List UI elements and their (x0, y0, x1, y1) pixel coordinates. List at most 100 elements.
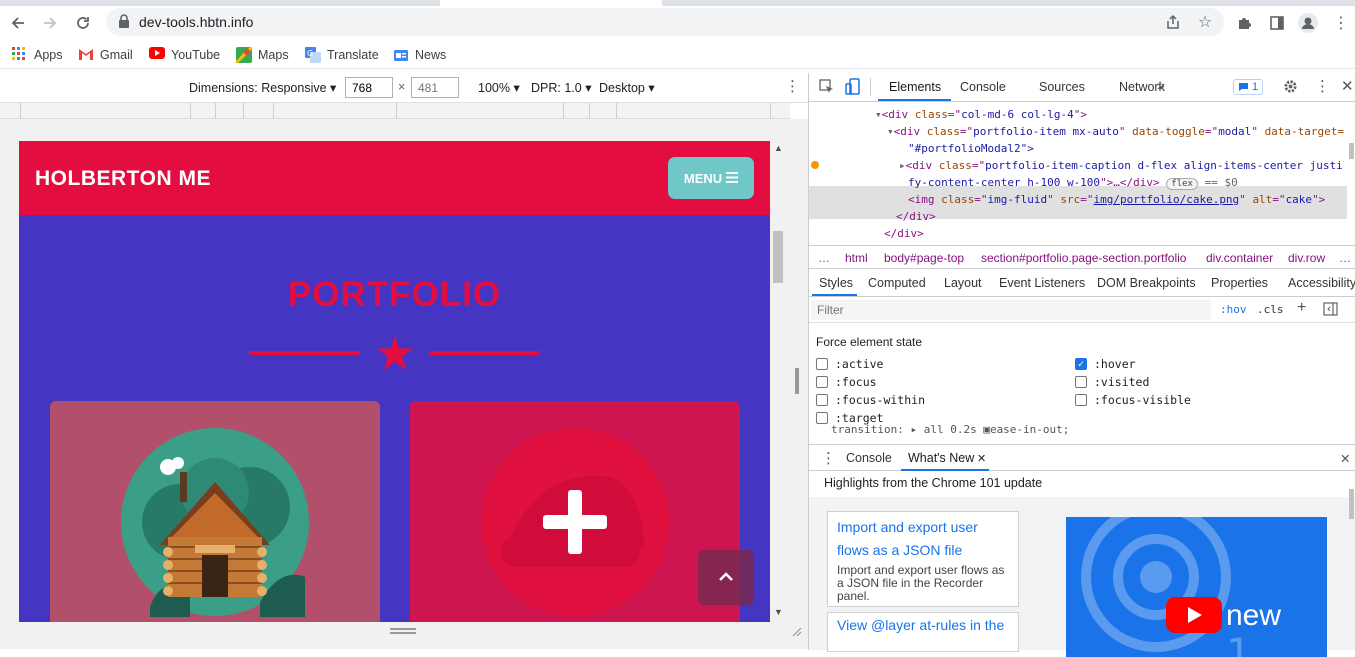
close-drawer-icon[interactable]: ✕ (1340, 451, 1350, 466)
scroll-to-top-button[interactable] (698, 550, 754, 605)
breadcrumb-overflow-left[interactable]: … (818, 251, 830, 265)
tab-computed[interactable]: Computed (868, 276, 926, 290)
close-devtools-icon[interactable]: ✕ (1341, 77, 1354, 95)
new-style-rule-plus-icon[interactable]: + (1297, 299, 1306, 317)
flex-badge[interactable]: flex (1166, 178, 1198, 190)
tab-layout[interactable]: Layout (944, 276, 982, 290)
state-hover-checkbox[interactable]: ✓:hover (1075, 357, 1136, 371)
bookmark-star-icon[interactable]: ☆ (1194, 11, 1216, 33)
tab-event-listeners[interactable]: Event Listeners (999, 276, 1085, 290)
hov-toggle[interactable]: :hov (1220, 303, 1247, 316)
scrollbar-thumb[interactable] (773, 231, 783, 283)
checkbox-box[interactable] (1075, 394, 1087, 406)
breadcrumb-section[interactable]: section#portfolio.page-section.portfolio (981, 251, 1186, 265)
whats-new-video-thumbnail[interactable]: 1 new (1066, 517, 1327, 657)
resize-corner-icon[interactable] (790, 625, 802, 640)
state-active-checkbox[interactable]: :active (816, 357, 883, 371)
drawer-kebab-icon[interactable]: ⋮ (821, 449, 836, 467)
toggle-sidebar-icon[interactable] (1323, 302, 1338, 319)
bookmark-gmail[interactable]: Gmail (78, 47, 133, 63)
media-query-ruler[interactable] (0, 103, 790, 119)
share-icon[interactable] (1162, 11, 1184, 33)
drawer-scrollbar[interactable] (1347, 471, 1355, 531)
checkbox-checked[interactable]: ✓ (1075, 358, 1087, 370)
feature-title-link[interactable]: Import and export user flows as a JSON f… (837, 516, 1009, 562)
checkbox-box[interactable] (816, 376, 828, 388)
reload-icon[interactable] (70, 10, 96, 36)
site-brand[interactable]: HOLBERTON ME (35, 167, 211, 191)
tab-dom-breakpoints[interactable]: DOM Breakpoints (1097, 276, 1196, 290)
more-tabs-chevron-icon[interactable]: » (1157, 77, 1165, 93)
profile-avatar-icon[interactable] (1297, 12, 1319, 34)
forward-arrow-icon[interactable] (37, 10, 63, 36)
devtools-kebab-icon[interactable]: ⋮ (1315, 77, 1330, 95)
page-scrollbar[interactable]: ▲ ▼ (770, 141, 786, 622)
bookmark-maps[interactable]: Maps (234, 45, 289, 65)
youtube-play-icon[interactable] (1166, 597, 1222, 636)
breadcrumb-overflow-right[interactable]: … (1339, 251, 1351, 265)
portfolio-item-cabin[interactable] (50, 401, 380, 622)
tab-styles[interactable]: Styles (819, 276, 853, 290)
dom-node-portfolio-item[interactable]: ▾<div class="portfolio-item mx-auto" dat… (887, 123, 1344, 140)
tab-elements[interactable]: Elements (889, 80, 941, 94)
feature-title-link[interactable]: View @layer at-rules in the (837, 617, 1004, 633)
portfolio-item-cake-hover[interactable] (410, 401, 740, 622)
tab-sources[interactable]: Sources (1039, 80, 1085, 94)
zoom-dropdown[interactable]: 100% ▾ (478, 80, 520, 95)
force-state-title: Force element state (816, 335, 923, 349)
cls-toggle[interactable]: .cls (1257, 303, 1284, 316)
device-mode-dropdown[interactable]: Desktop ▾ (599, 80, 655, 95)
menu-label: MENU (683, 170, 723, 186)
state-label: :focus-visible (1094, 393, 1191, 407)
breadcrumb-html[interactable]: html (845, 251, 868, 265)
lock-icon[interactable] (118, 14, 130, 28)
checkbox-box[interactable] (816, 394, 828, 406)
breadcrumb-row[interactable]: div.row (1288, 251, 1325, 265)
menu-button[interactable]: MENU (668, 157, 754, 199)
browser-menu-kebab-icon[interactable]: ⋮ (1330, 12, 1352, 34)
state-focus-visible-checkbox[interactable]: :focus-visible (1075, 393, 1191, 407)
tab-properties[interactable]: Properties (1211, 276, 1268, 290)
resize-handle-bottom[interactable] (390, 628, 416, 634)
bookmark-news[interactable]: News (393, 47, 446, 63)
dom-node-portfolio-caption-selected[interactable]: ▸<div class="portfolio-item-caption d-fl… (899, 157, 1343, 174)
scroll-up-arrow-icon[interactable]: ▲ (774, 143, 783, 153)
state-focus-checkbox[interactable]: :focus (816, 375, 877, 389)
dom-node-img[interactable]: <img class="img-fluid" src="img/portfoli… (908, 191, 1325, 208)
back-arrow-icon[interactable] (5, 10, 31, 36)
dom-node-col[interactable]: ▾<div class="col-md-6 col-lg-4"> (875, 106, 1087, 123)
address-bar[interactable]: dev-tools.hbtn.info ☆ (106, 8, 1224, 36)
checkbox-box[interactable] (816, 358, 828, 370)
breadcrumb-container[interactable]: div.container (1206, 251, 1273, 265)
resize-handle-right[interactable] (795, 368, 799, 394)
feature-card-import-export[interactable]: Import and export user flows as a JSON f… (827, 511, 1019, 607)
feature-card-layer[interactable]: View @layer at-rules in the (827, 612, 1019, 652)
inspect-element-icon[interactable] (819, 79, 834, 97)
device-toolbar-kebab-icon[interactable]: ⋮ (785, 77, 800, 95)
side-panel-icon[interactable] (1266, 12, 1288, 34)
tab-console[interactable]: Console (960, 80, 1006, 94)
state-focus-within-checkbox[interactable]: :focus-within (816, 393, 925, 407)
width-input[interactable] (345, 77, 393, 98)
state-visited-checkbox[interactable]: :visited (1075, 375, 1149, 389)
scroll-down-arrow-icon[interactable]: ▼ (774, 607, 783, 617)
bookmark-translate[interactable]: G Translate (305, 47, 379, 63)
bookmark-apps[interactable]: Apps (12, 47, 63, 63)
tab-accessibility[interactable]: Accessibility (1288, 276, 1355, 290)
extensions-puzzle-icon[interactable] (1234, 12, 1256, 34)
dom-tree-scrollbar[interactable] (1347, 103, 1355, 243)
checkbox-box[interactable] (1075, 376, 1087, 388)
drawer-tab-whats-new[interactable]: What's New (908, 451, 974, 465)
close-whats-new-icon[interactable]: ✕ (977, 452, 986, 465)
bookmark-youtube[interactable]: YouTube (149, 47, 220, 63)
styles-filter-input[interactable] (811, 300, 1211, 320)
drawer-tab-console[interactable]: Console (846, 451, 892, 465)
checkbox-box[interactable] (816, 412, 828, 424)
dimensions-dropdown[interactable]: Dimensions: Responsive ▾ (189, 80, 336, 95)
issues-badge[interactable]: 1 (1233, 79, 1264, 95)
dpr-dropdown[interactable]: DPR: 1.0 ▾ (531, 80, 591, 95)
breadcrumb-body[interactable]: body#page-top (884, 251, 964, 265)
device-toggle-icon[interactable] (845, 78, 860, 98)
settings-gear-icon[interactable] (1283, 79, 1298, 97)
height-input[interactable] (411, 77, 459, 98)
